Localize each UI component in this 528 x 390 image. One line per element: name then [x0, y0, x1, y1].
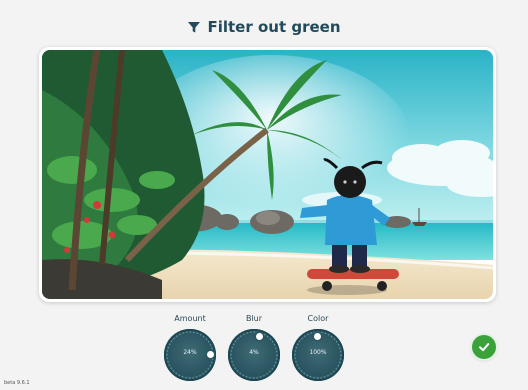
color-dial[interactable]: Color 100% — [290, 313, 346, 381]
blur-label: Blur — [245, 314, 263, 323]
color-label: Color — [307, 314, 329, 323]
color-value: 100% — [309, 349, 327, 356]
color-handle[interactable] — [314, 333, 321, 340]
confirm-button[interactable] — [472, 335, 496, 359]
version-label: beta 9.6.1 — [4, 380, 30, 386]
amount-dial[interactable]: Amount 24% — [162, 313, 218, 381]
blur-value: 4% — [249, 349, 259, 356]
amount-handle[interactable] — [207, 351, 214, 358]
blur-dial[interactable]: Blur 4% — [226, 313, 282, 381]
blur-handle[interactable] — [256, 333, 263, 340]
page-header: Filter out green — [0, 18, 528, 36]
amount-label: Amount — [174, 314, 206, 323]
photo — [42, 50, 493, 299]
amount-knob[interactable]: 24% — [164, 329, 216, 381]
checkmark-icon — [479, 343, 490, 352]
page-title: Filter out green — [207, 18, 341, 36]
funnel-icon — [188, 22, 201, 33]
image-preview — [39, 47, 496, 302]
color-knob[interactable]: 100% — [292, 329, 344, 381]
blur-knob[interactable]: 4% — [228, 329, 280, 381]
